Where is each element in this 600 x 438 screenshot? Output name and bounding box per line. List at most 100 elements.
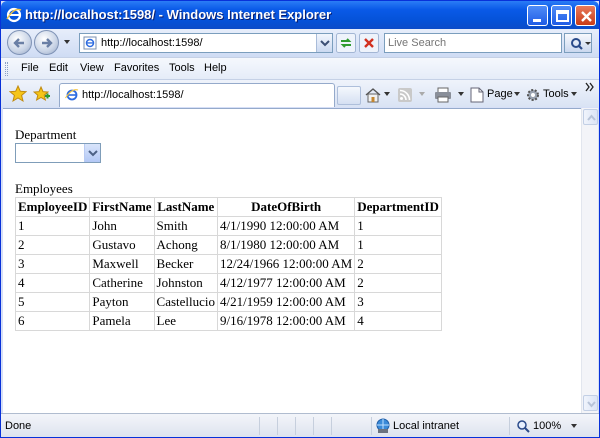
security-zone-label: Local intranet — [393, 420, 460, 432]
employees-label: Employees — [15, 181, 73, 196]
zoom-icon — [517, 420, 530, 433]
page-icon — [83, 36, 97, 50]
address-field[interactable]: http://localhost:1598/ — [79, 33, 333, 53]
minimize-button[interactable] — [527, 5, 548, 26]
chevron-down-icon — [320, 40, 330, 47]
table-row: 2 Gustavo Achong 8/1/1980 12:00:00 AM 1 — [14, 235, 442, 255]
web-content: Department Employees EmployeeID FirstNam… — [3, 108, 581, 413]
grid-header-row: EmployeeID FirstName LastName DateOfBirt… — [14, 197, 442, 217]
cell-departmentid: 2 — [354, 273, 442, 293]
status-pane — [331, 417, 371, 435]
cell-firstname: Maxwell — [89, 254, 155, 274]
cell-employeeid: 3 — [14, 254, 91, 274]
stop-icon[interactable] — [359, 33, 379, 53]
home-icon[interactable] — [363, 87, 383, 103]
column-header-departmentid: DepartmentID — [354, 197, 442, 217]
feeds-icon[interactable] — [397, 87, 413, 103]
status-bar: Done Local intranet 100% — [1, 413, 599, 437]
column-header-firstname: FirstName — [89, 197, 155, 217]
tab-localhost[interactable]: http://localhost:1598/ — [59, 83, 335, 107]
vertical-scrollbar[interactable] — [581, 108, 598, 413]
cell-firstname: Payton — [89, 292, 155, 312]
cell-firstname: Catherine — [89, 273, 155, 293]
feeds-dropdown-arrow[interactable] — [419, 92, 425, 96]
cell-dateofbirth: 4/21/1959 12:00:00 AM — [217, 292, 356, 312]
menu-view[interactable]: View — [80, 62, 104, 74]
cell-dateofbirth: 12/24/1966 12:00:00 AM — [217, 254, 356, 274]
zoom-level: 100% — [533, 420, 562, 432]
cell-lastname: Achong — [153, 235, 219, 255]
cell-firstname: John — [89, 216, 155, 236]
cell-dateofbirth: 4/12/1977 12:00:00 AM — [217, 273, 356, 293]
cell-employeeid: 6 — [14, 311, 91, 331]
print-dropdown-arrow[interactable] — [458, 92, 464, 96]
tools-menu-label[interactable]: Tools — [543, 88, 569, 100]
menu-file[interactable]: File — [21, 62, 39, 74]
status-pane — [277, 417, 295, 435]
page-icon[interactable] — [470, 87, 484, 103]
search-input[interactable] — [385, 34, 555, 52]
cell-lastname: Smith — [153, 216, 219, 236]
department-select[interactable] — [15, 143, 101, 163]
cell-departmentid: 1 — [354, 216, 442, 236]
address-url: http://localhost:1598/ — [101, 37, 203, 49]
cell-departmentid: 1 — [354, 235, 442, 255]
menu-help[interactable]: Help — [204, 62, 227, 74]
print-icon[interactable] — [434, 87, 452, 103]
new-tab-button[interactable] — [337, 86, 361, 105]
cell-lastname: Castellucio — [153, 292, 219, 312]
zoom-dropdown-arrow[interactable] — [571, 424, 577, 428]
status-pane — [259, 417, 277, 435]
menu-favorites[interactable]: Favorites — [114, 62, 159, 74]
search-button[interactable] — [564, 33, 592, 53]
search-icon — [571, 38, 591, 50]
back-button[interactable] — [7, 30, 32, 55]
minimize-icon — [533, 19, 541, 22]
chevron-more-icon[interactable] — [585, 82, 595, 92]
toolbar-grip — [5, 62, 8, 76]
chevron-down-icon — [88, 150, 98, 157]
recent-pages-dropdown-icon[interactable] — [62, 37, 72, 47]
chevron-down-icon — [587, 401, 596, 408]
add-favorite-icon[interactable] — [33, 85, 51, 103]
department-dropdown-button[interactable] — [84, 144, 100, 162]
back-arrow-icon — [13, 38, 24, 48]
ie-tab-icon — [65, 89, 79, 101]
status-pane — [313, 417, 331, 435]
home-dropdown-arrow[interactable] — [384, 92, 390, 96]
cell-firstname: Gustavo — [89, 235, 155, 255]
cell-employeeid: 5 — [14, 292, 91, 312]
menu-tools[interactable]: Tools — [169, 62, 195, 74]
gear-icon[interactable] — [525, 87, 541, 103]
cell-dateofbirth: 8/1/1980 12:00:00 AM — [217, 235, 356, 255]
cell-lastname: Johnston — [153, 273, 219, 293]
window-title: http://localhost:1598/ - Windows Interne… — [25, 7, 332, 22]
page-menu-label[interactable]: Page — [487, 88, 513, 100]
table-row: 6 Pamela Lee 9/16/1978 12:00:00 AM 4 — [14, 311, 442, 331]
maximize-button[interactable] — [551, 5, 572, 26]
close-button[interactable] — [575, 5, 596, 26]
forward-button[interactable] — [34, 30, 59, 55]
refresh-icon[interactable] — [336, 33, 356, 53]
search-field[interactable] — [384, 33, 562, 53]
favorites-star-icon[interactable] — [9, 85, 27, 103]
cell-departmentid: 4 — [354, 311, 442, 331]
cell-lastname: Becker — [153, 254, 219, 274]
address-dropdown-button[interactable] — [316, 34, 332, 52]
menu-edit[interactable]: Edit — [49, 62, 68, 74]
title-bar[interactable]: http://localhost:1598/ - Windows Interne… — [1, 1, 599, 29]
cell-firstname: Pamela — [89, 311, 155, 331]
cell-dateofbirth: 9/16/1978 12:00:00 AM — [217, 311, 356, 331]
tools-dropdown-arrow[interactable] — [571, 92, 577, 96]
page-dropdown-arrow[interactable] — [514, 92, 520, 96]
scroll-up-button[interactable] — [583, 109, 598, 125]
cell-dateofbirth: 4/1/1990 12:00:00 AM — [217, 216, 356, 236]
status-text: Done — [5, 420, 32, 432]
local-intranet-icon — [376, 418, 390, 433]
scroll-down-button[interactable] — [583, 395, 598, 411]
column-header-employeeid: EmployeeID — [14, 197, 91, 217]
tab-label: http://localhost:1598/ — [82, 89, 184, 101]
ie-logo-icon — [6, 7, 22, 23]
cell-lastname: Lee — [153, 311, 219, 331]
table-row: 5 Payton Castellucio 4/21/1959 12:00:00 … — [14, 292, 442, 312]
